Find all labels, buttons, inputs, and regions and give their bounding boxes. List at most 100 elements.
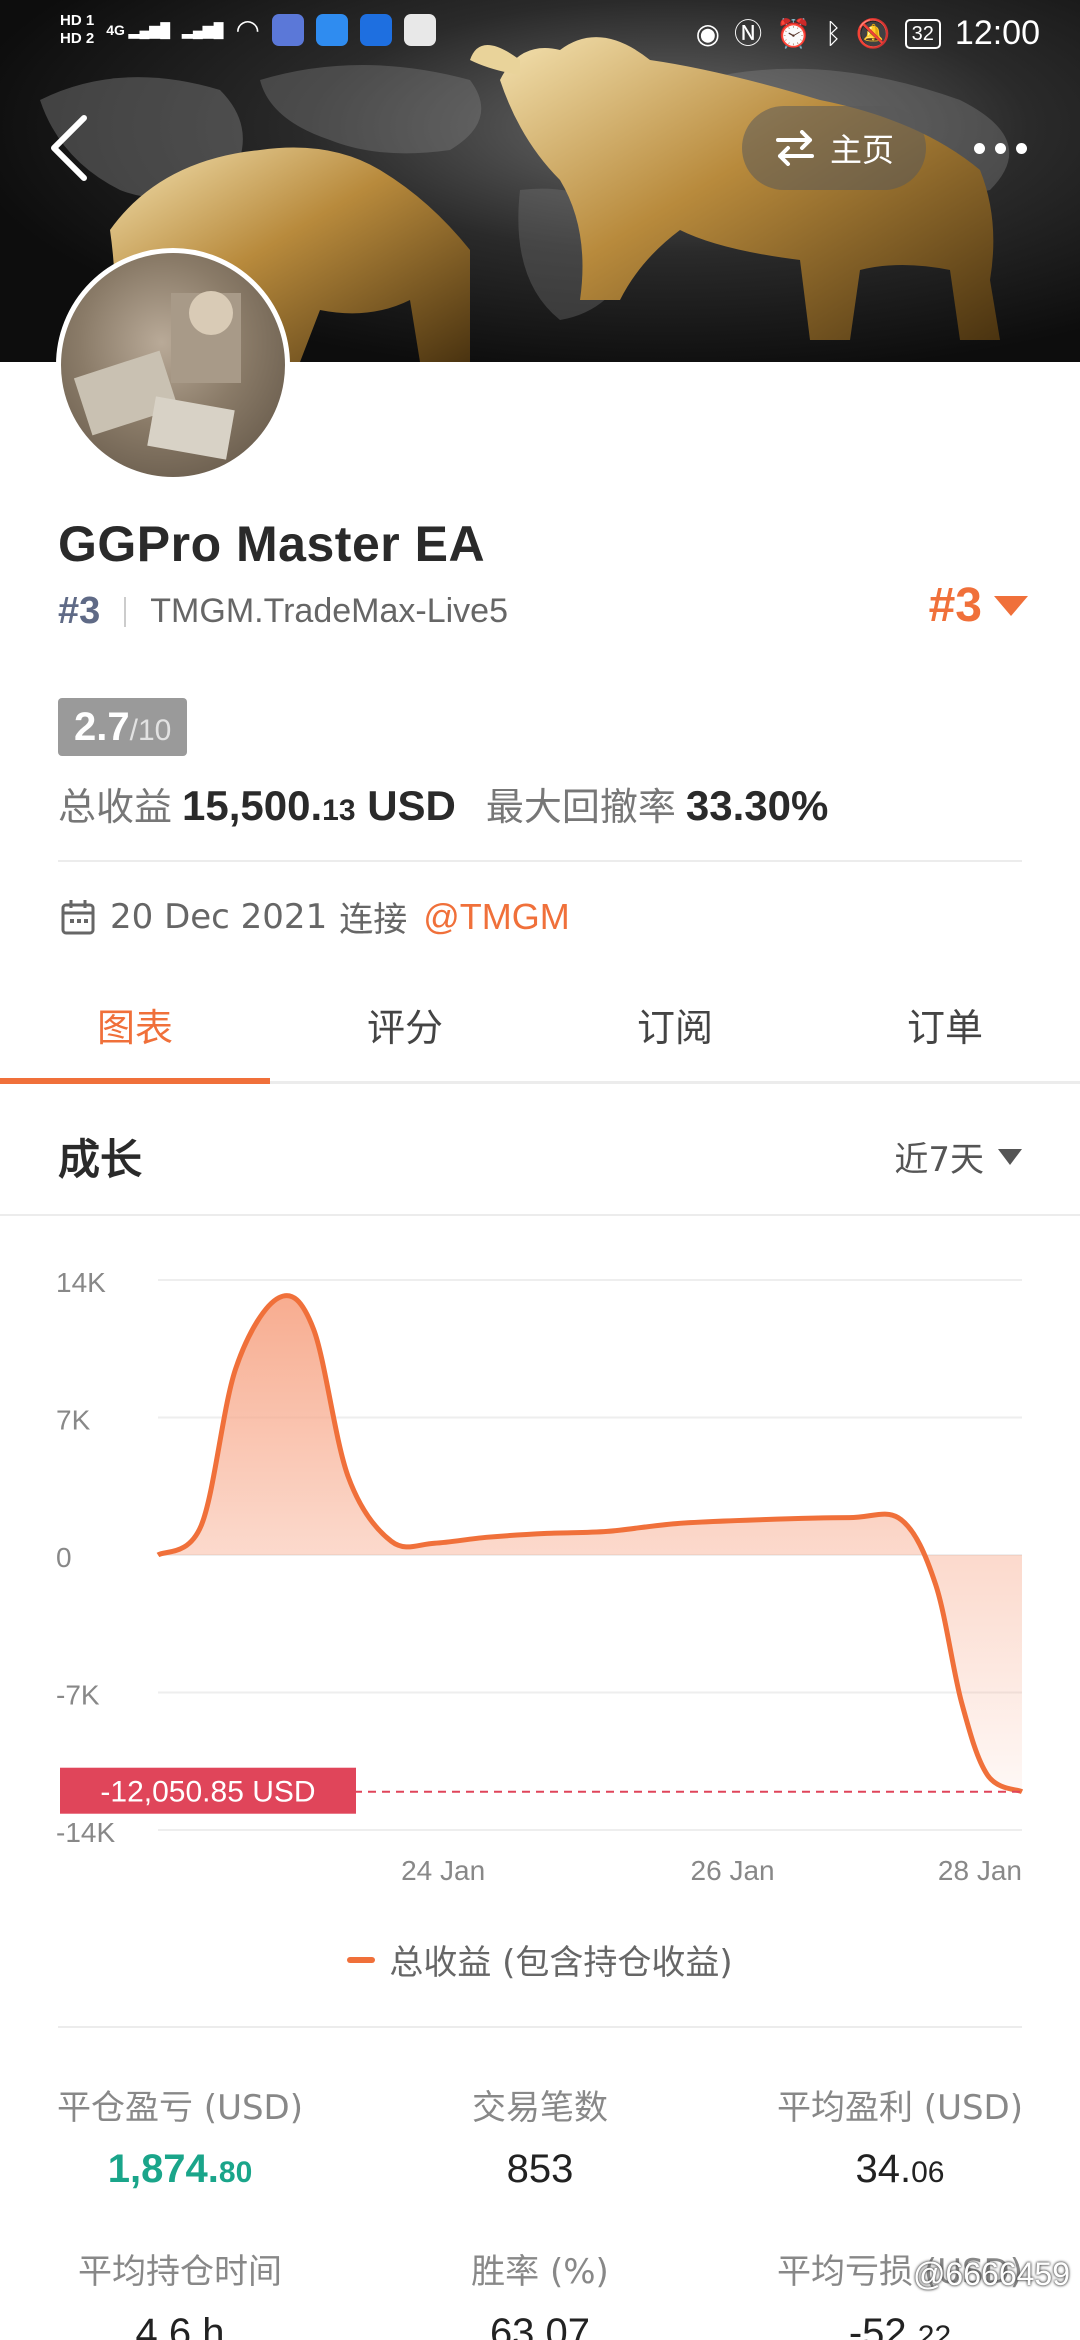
range-selector[interactable]: 近7天 xyxy=(894,1132,1022,1181)
total-profit-label: 总收益 xyxy=(58,785,173,829)
y-tick-label: 14K xyxy=(56,1267,106,1298)
network-type: 4G xyxy=(106,21,125,38)
growth-chart: 14K 7K 0 -7K -14K 24 Jan 26 Jan 28 Jan -12,050.8… xyxy=(56,1267,1024,1886)
chevron-left-icon xyxy=(51,115,87,181)
win-rate-stat: 胜率 (%) 63.07 xyxy=(360,2244,720,2340)
avg-profit-label: 平均盈利 (USD) xyxy=(777,2088,1023,2128)
caret-down-icon xyxy=(994,595,1028,616)
y-tick-label: 0 xyxy=(56,1542,72,1573)
drawdown-label: 最大回撤率 xyxy=(485,785,676,829)
rank-label: #3 xyxy=(58,590,101,632)
avg-profit-int: 34. xyxy=(855,2147,912,2191)
total-profit-unit: USD xyxy=(367,782,456,829)
signal-icon: 4G ▂▄▆█ xyxy=(106,21,171,38)
trades-stat: 交易笔数 853 xyxy=(360,2080,720,2192)
tab-bar: 图表 评分 订阅 订单 xyxy=(0,978,1080,1084)
y-tick-label: -7K xyxy=(56,1680,100,1711)
broker-link[interactable]: @TMGM xyxy=(423,896,570,938)
avg-loss-int: -52. xyxy=(848,2311,918,2340)
rank-dropdown-label: #3 xyxy=(928,579,982,632)
swap-icon xyxy=(775,130,814,166)
calendar-icon xyxy=(61,899,95,934)
tab-rating[interactable]: 评分 xyxy=(270,978,540,1081)
closed-pnl-value: 1,874.80 xyxy=(0,2147,360,2192)
chart-legend: 总收益 (包含持仓收益) xyxy=(0,1935,1080,1984)
tab-orders[interactable]: 订单 xyxy=(810,978,1080,1081)
trades-value: 853 xyxy=(506,2147,574,2191)
divider xyxy=(58,860,1022,862)
legend-label: 总收益 (包含持仓收益) xyxy=(389,1943,733,1983)
avatar-photo xyxy=(73,291,241,460)
watermark: @6666459 xyxy=(912,2256,1070,2292)
growth-title: 成长 xyxy=(58,1135,143,1184)
connect-date: 20 Dec 2021 xyxy=(110,896,328,937)
growth-header: 成长 近7天 xyxy=(0,1090,1080,1216)
home-label: 主页 xyxy=(829,131,894,169)
dot-icon xyxy=(973,142,985,154)
chat-app-icon xyxy=(359,14,392,46)
dot-icon xyxy=(994,142,1006,154)
hd-indicator: HD 1 HD 2 xyxy=(60,12,94,48)
ea-name: GGPro Master EA xyxy=(58,516,486,572)
wifi-icon: ◠ xyxy=(235,14,260,45)
profit-drawdown-row: 总收益 15,500.13 USD 最大回撤率 33.30% xyxy=(58,776,828,831)
win-rate-label: 胜率 (%) xyxy=(471,2252,609,2292)
signal-icon-2: ▂▄▆█ xyxy=(182,21,224,38)
avg-loss-value: -52.22 xyxy=(720,2311,1080,2340)
gift-app-icon xyxy=(403,14,436,46)
avg-hold-label: 平均持仓时间 xyxy=(78,2252,282,2292)
battery-icon: 32 xyxy=(904,18,941,49)
total-profit-int: 15,500. xyxy=(182,782,323,829)
trades-label: 交易笔数 xyxy=(472,2088,608,2128)
closed-pnl-label: 平仓盈亏 (USD) xyxy=(57,2088,303,2128)
x-tick-label: 26 Jan xyxy=(691,1855,775,1886)
dot-icon xyxy=(1015,142,1027,154)
music-app-icon xyxy=(271,14,304,46)
avatar[interactable] xyxy=(56,248,290,482)
home-button[interactable]: 主页 xyxy=(742,106,926,190)
avg-hold-stat: 平均持仓时间 4.6 h xyxy=(0,2244,360,2340)
divider xyxy=(58,2026,1022,2028)
score-badge: 2.7 /10 xyxy=(58,698,188,756)
separator xyxy=(124,596,127,627)
nfc-icon: Ⓝ xyxy=(734,17,763,49)
connection-info: 20 Dec 2021 连接 @TMGM xyxy=(60,892,570,941)
avg-profit-stat: 平均盈利 (USD) 34.06 xyxy=(720,2080,1080,2192)
legend-swatch xyxy=(347,1956,376,1963)
bluetooth-icon: ᛒ xyxy=(824,17,842,49)
hd1-label: HD 1 xyxy=(60,12,95,29)
score-max: /10 xyxy=(129,714,172,747)
back-button[interactable] xyxy=(44,112,100,184)
total-profit-value: 15,500.13 USD xyxy=(182,782,456,830)
status-bar: HD 1 HD 2 4G ▂▄▆█ ▂▄▆█ ◠ ◉ Ⓝ ⏰ ᛒ 🔕 32 12… xyxy=(0,0,1080,76)
hd2-label: HD 2 xyxy=(60,30,95,47)
avg-profit-value: 34.06 xyxy=(720,2147,1080,2192)
y-tick-label: 7K xyxy=(56,1405,91,1436)
clock: 12:00 xyxy=(954,14,1040,52)
more-options-button[interactable] xyxy=(960,128,1040,168)
alarm-icon: ⏰ xyxy=(776,17,811,49)
blue-app-icon xyxy=(315,14,348,46)
closed-pnl-stat: 平仓盈亏 (USD) 1,874.80 xyxy=(0,2080,360,2192)
score-value: 2.7 xyxy=(74,705,130,749)
rank-server-line: #3 TMGM.TradeMax-Live5 xyxy=(58,590,508,633)
avg-hold-value: 4.6 h xyxy=(135,2311,225,2340)
rank-dropdown[interactable]: #3 xyxy=(929,578,1028,633)
closed-pnl-int: 1,874. xyxy=(107,2147,219,2191)
tab-chart[interactable]: 图表 xyxy=(0,978,270,1084)
caret-down-icon xyxy=(998,1148,1022,1165)
series-area xyxy=(158,1295,1022,1792)
eye-icon: ◉ xyxy=(695,17,721,49)
current-value-label: -12,050.85 USD xyxy=(100,1776,315,1809)
range-label: 近7天 xyxy=(894,1140,984,1180)
avg-loss-dec: 22 xyxy=(917,2320,952,2340)
avg-profit-dec: 06 xyxy=(911,2156,945,2189)
mute-icon: 🔕 xyxy=(855,17,891,49)
connect-label: 连接 xyxy=(339,900,408,940)
total-profit-dec: 13 xyxy=(322,794,356,827)
closed-pnl-dec: 80 xyxy=(218,2156,253,2189)
x-tick-label: 24 Jan xyxy=(401,1855,485,1886)
tab-subscribe[interactable]: 订阅 xyxy=(540,978,810,1081)
server-name: TMGM.TradeMax-Live5 xyxy=(150,592,508,630)
drawdown-value: 33.30% xyxy=(685,782,829,829)
